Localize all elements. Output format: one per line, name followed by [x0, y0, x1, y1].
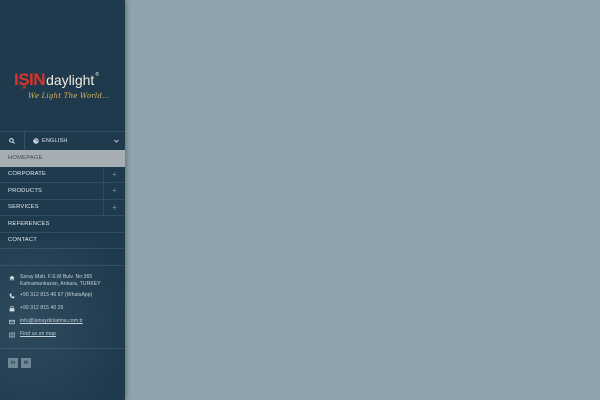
address-line2: Kahramankazan, Ankara, TURKEY — [20, 280, 101, 287]
globe-icon — [33, 138, 39, 144]
main-menu: HOMEPAGE CORPORATE + PRODUCTS + SERVICES… — [0, 150, 125, 249]
expand-button[interactable]: + — [103, 183, 125, 199]
menu-item-services[interactable]: SERVICES + — [0, 199, 125, 216]
expand-button[interactable]: + — [103, 166, 125, 182]
menu-item-contact[interactable]: CONTACT — [0, 233, 125, 249]
sidebar-toolbar: ENGLISH — [0, 132, 125, 150]
menu-item-homepage[interactable]: HOMEPAGE — [0, 150, 125, 167]
linkedin-icon: in — [10, 360, 16, 366]
logo-brand-main: IŞIN — [14, 70, 46, 89]
expand-button[interactable]: + — [103, 199, 125, 215]
logo-slogan: We Light The World... — [28, 92, 110, 100]
logo[interactable]: IŞIN daylight ® We Light The World... — [14, 70, 114, 112]
phone-icon — [8, 292, 16, 300]
fax-text: +90 312 815 40 25 — [20, 305, 64, 311]
phone-text: +90 312 815 46 67 (WhatsApp) — [20, 292, 93, 298]
main-content-area — [125, 0, 600, 400]
menu-item-products[interactable]: PRODUCTS + — [0, 183, 125, 200]
map-link[interactable]: Find us on map — [20, 331, 56, 338]
map-icon — [8, 331, 16, 339]
logo-brand-sub: daylight — [46, 72, 95, 88]
email-row: info@isinaydinlatma.com.tr — [8, 318, 120, 326]
language-selector[interactable]: ENGLISH — [25, 132, 125, 150]
fax-row: +90 312 815 40 25 — [8, 305, 120, 313]
contact-info: Saray Mah. F.S.M Bulv. No:365 Kahramanka… — [8, 274, 120, 344]
divider — [0, 265, 125, 266]
search-icon — [9, 138, 15, 144]
address-text: Saray Mah. F.S.M Bulv. No:365 Kahramanka… — [20, 274, 101, 287]
logo-registered-mark: ® — [95, 72, 100, 78]
menu-item-references[interactable]: REFERENCES — [0, 216, 125, 233]
search-button[interactable] — [0, 132, 25, 150]
address-line1: Saray Mah. F.S.M Bulv. No:365 — [20, 274, 93, 280]
language-label: ENGLISH — [42, 138, 68, 144]
menu-item-label: CONTACT — [8, 237, 37, 244]
menu-item-label: HOMEPAGE — [8, 154, 43, 161]
home-icon — [8, 274, 16, 282]
email-link[interactable]: info@isinaydinlatma.com.tr — [20, 318, 83, 325]
menu-item-label: REFERENCES — [8, 220, 50, 227]
envelope-icon — [8, 318, 16, 326]
map-row: Find us on map — [8, 331, 120, 339]
address-row: Saray Mah. F.S.M Bulv. No:365 Kahramanka… — [8, 274, 120, 287]
menu-item-corporate[interactable]: CORPORATE + — [0, 166, 125, 183]
social-links: in ✉ — [8, 358, 34, 368]
fax-icon — [8, 305, 16, 313]
sidebar: IŞIN daylight ® We Light The World... EN… — [0, 0, 125, 400]
phone-row: +90 312 815 46 67 (WhatsApp) — [8, 292, 120, 300]
linkedin-button[interactable]: in — [8, 358, 18, 368]
menu-item-label: SERVICES — [8, 204, 39, 211]
email-button[interactable]: ✉ — [21, 358, 31, 368]
divider — [0, 348, 125, 349]
chevron-down-icon — [114, 139, 119, 143]
mail-icon: ✉ — [23, 360, 29, 366]
menu-item-label: CORPORATE — [8, 171, 47, 178]
menu-item-label: PRODUCTS — [8, 187, 43, 194]
